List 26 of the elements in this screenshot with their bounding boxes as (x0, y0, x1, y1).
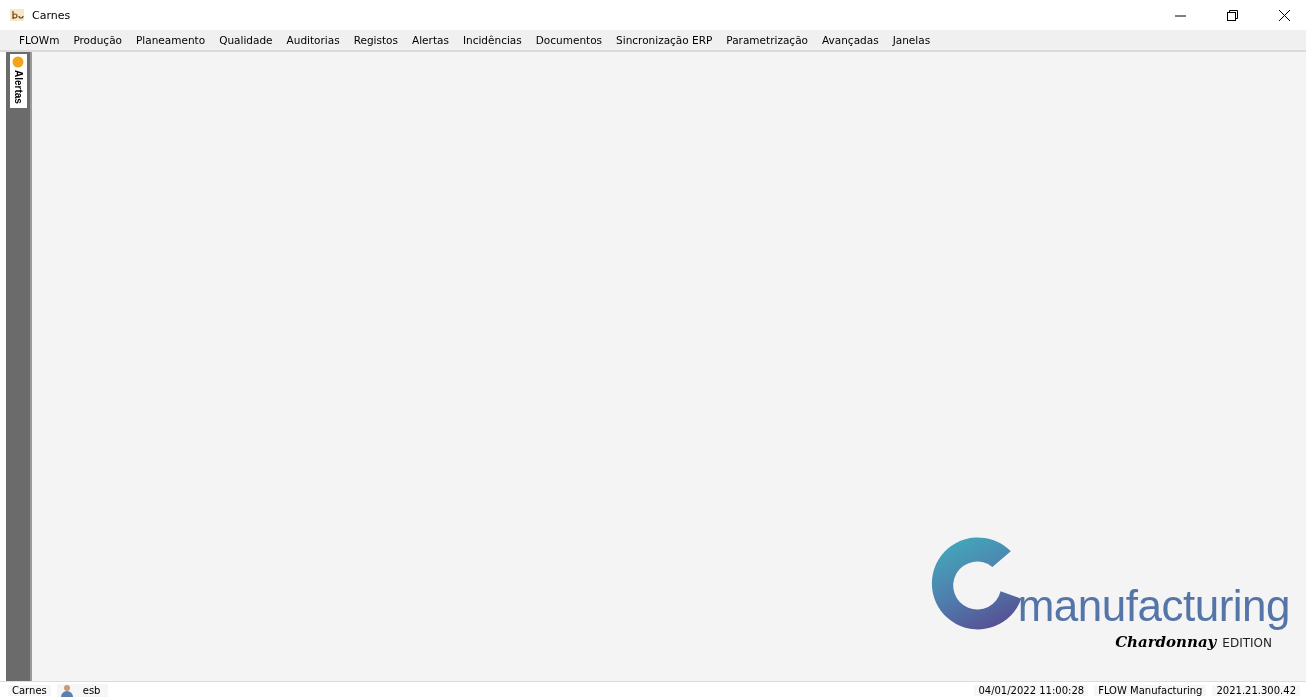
app-icon (10, 9, 24, 21)
company-label: Carnes (8, 684, 51, 696)
menu-item[interactable]: Qualidade (212, 32, 280, 48)
menu-item[interactable]: Auditorias (279, 32, 347, 48)
menu-item[interactable]: Incidências (455, 32, 529, 48)
close-icon (1278, 9, 1290, 21)
menu-item[interactable]: Janelas (885, 32, 938, 48)
menu-item[interactable]: Parametrização (719, 32, 815, 48)
menu-item[interactable]: Planeamento (129, 32, 213, 48)
menu-item[interactable]: Sincronização ERP (609, 32, 720, 48)
restore-icon (1226, 9, 1238, 21)
logo-wordmark: manufacturing (1017, 580, 1290, 633)
logo-script-text: Chardonnay (1115, 633, 1217, 651)
menu-item[interactable]: Alertas (405, 32, 456, 48)
alerts-side-tab[interactable]: Alertas (9, 54, 27, 108)
version-number: 2021.21.300.42 (1212, 684, 1300, 696)
menu-item[interactable]: Produção (66, 32, 129, 48)
menu-item[interactable]: FLOWm (12, 32, 67, 48)
window-title: Carnes (32, 8, 72, 22)
user-icon (60, 683, 73, 697)
product-name: FLOW Manufacturing (1094, 684, 1207, 696)
status-datetime: 04/01/2022 11:00:28 (974, 684, 1089, 696)
menu-item[interactable]: Registos (346, 32, 405, 48)
logo-edition-text: EDITION (1222, 636, 1272, 650)
menu-item[interactable]: Documentos (528, 32, 610, 48)
menu-item[interactable]: Avançadas (815, 32, 886, 48)
